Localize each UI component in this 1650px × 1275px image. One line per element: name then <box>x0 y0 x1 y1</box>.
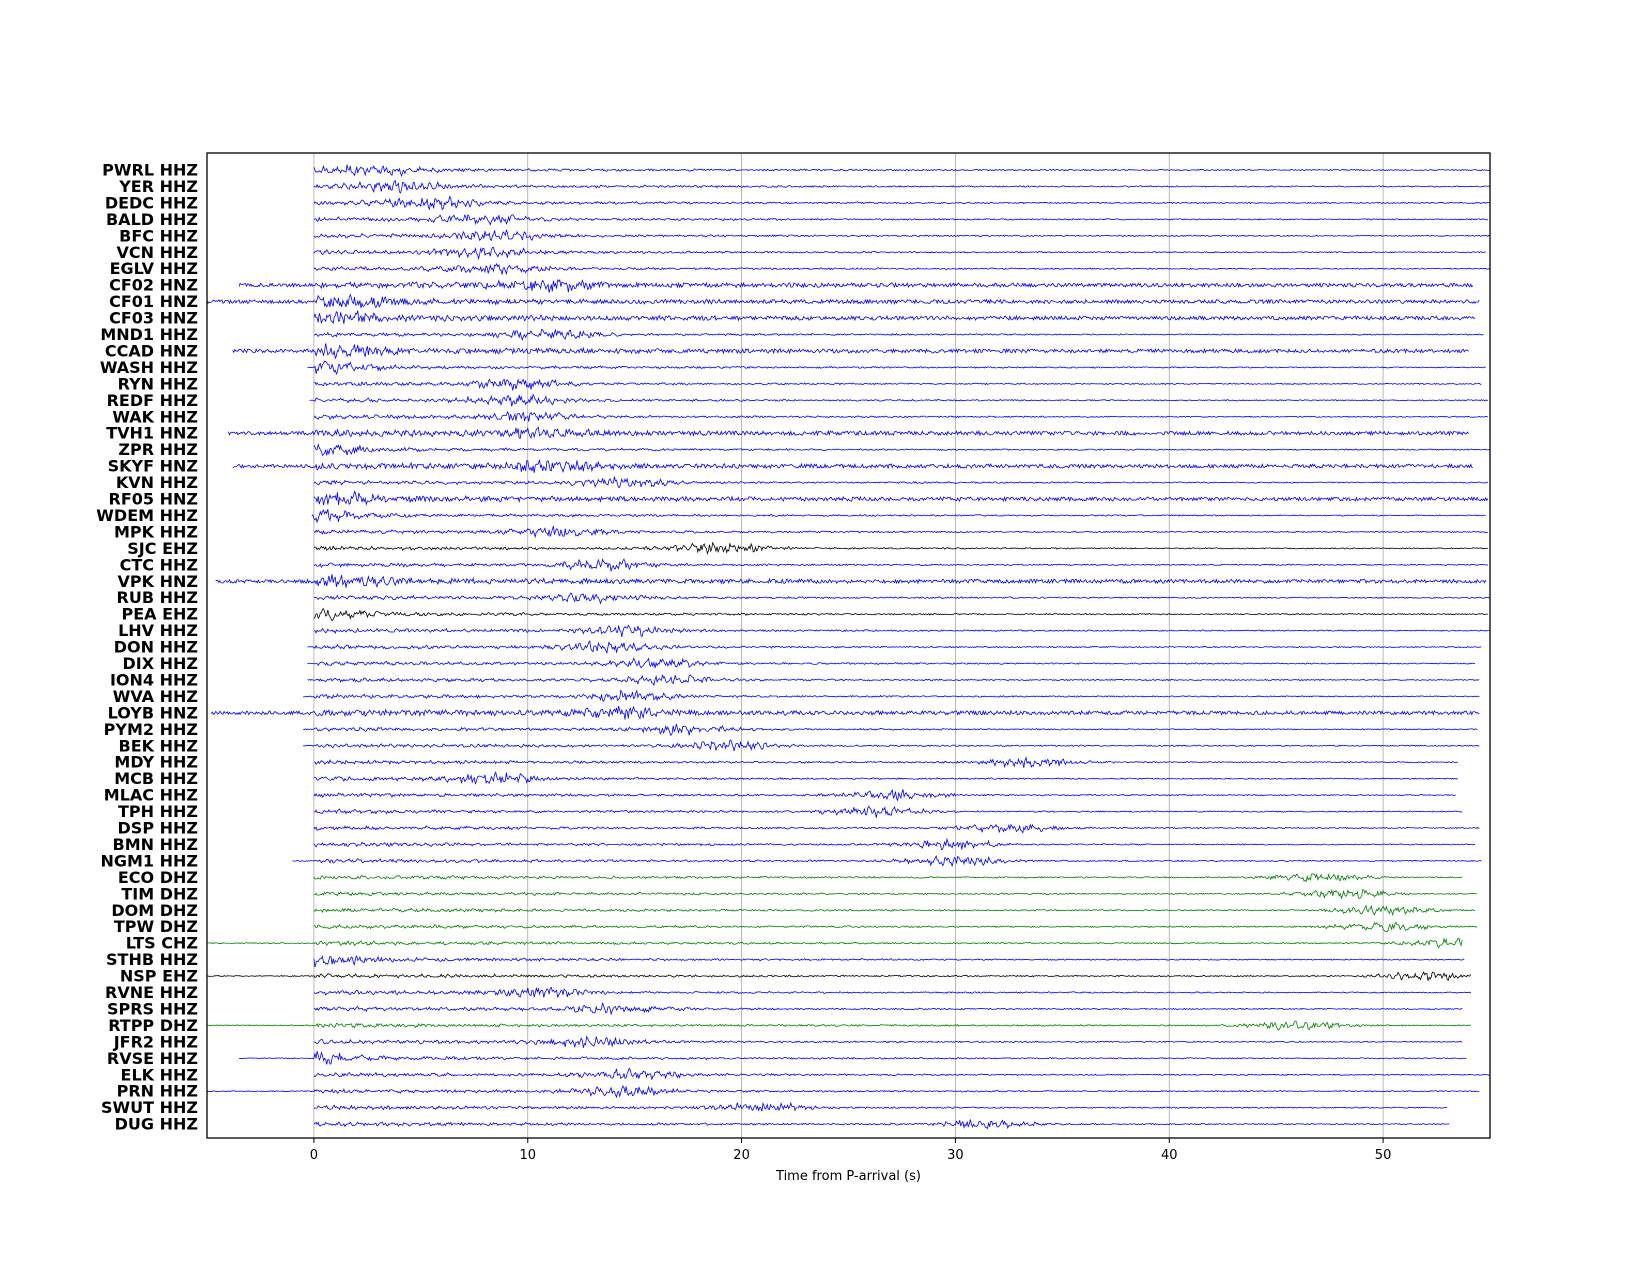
trace-line <box>215 574 1487 589</box>
x-tick-label: 40 <box>1161 1148 1178 1163</box>
trace-line <box>313 411 1489 422</box>
trace-line <box>313 558 1489 572</box>
trace-line <box>313 872 1463 883</box>
trace-line <box>313 624 1491 637</box>
x-tick-label: 20 <box>733 1148 750 1163</box>
trace-line <box>313 771 1459 785</box>
trace-line <box>313 955 1465 968</box>
trace-line <box>307 360 1486 375</box>
trace-line <box>303 689 1480 702</box>
trace-line <box>313 262 1491 276</box>
trace-line <box>206 971 1472 982</box>
x-axis-ticks: 0 10 20 30 40 50 <box>310 1138 1392 1163</box>
trace-line <box>313 756 1459 769</box>
trace-line <box>313 228 1491 242</box>
trace-line <box>313 443 1491 457</box>
trace-line <box>313 164 1491 178</box>
station-labels: PWRL HHZYER HHZDEDC HHZBALD HHZBFC HHZVC… <box>96 161 198 1134</box>
trace-line <box>303 739 1480 752</box>
trace-line <box>313 526 1488 539</box>
trace-line <box>313 592 1491 605</box>
trace-line <box>239 1051 1467 1065</box>
trace-line <box>313 921 1478 933</box>
trace-line <box>313 986 1472 998</box>
trace-line <box>309 393 1489 407</box>
seismogram-traces <box>206 164 1491 1130</box>
trace-line <box>313 179 1491 194</box>
trace-line <box>313 823 1480 834</box>
trace-line <box>210 705 1480 720</box>
trace-line <box>313 1035 1463 1049</box>
x-tick-label: 0 <box>310 1148 318 1163</box>
trace-line <box>313 541 1489 556</box>
seismogram-chart: PWRL HHZYER HHZDEDC HHZBALD HHZBFC HHZVC… <box>96 152 1491 1184</box>
trace-line <box>313 805 1463 818</box>
trace-line <box>313 904 1476 917</box>
trace-line <box>232 343 1469 360</box>
trace-line <box>238 278 1474 293</box>
trace-line <box>313 837 1476 851</box>
trace-line <box>313 328 1484 341</box>
trace-line <box>313 310 1476 325</box>
trace-line <box>232 459 1473 473</box>
x-axis-label: Time from P-arrival (s) <box>775 1169 921 1184</box>
trace-line <box>228 426 1469 440</box>
trace-line <box>313 1101 1448 1112</box>
vertical-gridlines <box>313 153 1384 1138</box>
trace-line <box>206 1020 1471 1031</box>
x-tick-label: 10 <box>519 1148 536 1163</box>
x-tick-label: 30 <box>947 1148 964 1163</box>
trace-line <box>313 195 1491 211</box>
station-label: DUG HHZ <box>115 1115 198 1134</box>
trace-line <box>311 509 1486 524</box>
trace-line <box>313 246 1486 261</box>
trace-line <box>292 855 1482 867</box>
trace-line <box>313 490 1489 506</box>
trace-line <box>313 1119 1450 1130</box>
trace-line <box>313 888 1478 900</box>
trace-line <box>206 293 1480 309</box>
trace-line <box>307 657 1476 669</box>
trace-line <box>313 608 1488 622</box>
trace-line <box>307 640 1482 655</box>
trace-line <box>313 788 1456 802</box>
trace-line <box>303 723 1478 737</box>
trace-line <box>313 214 1488 226</box>
trace-line <box>313 1067 1491 1080</box>
trace-line <box>313 476 1488 488</box>
x-tick-label: 50 <box>1375 1148 1392 1163</box>
trace-line <box>206 937 1463 949</box>
trace-line <box>313 378 1482 391</box>
trace-line <box>307 674 1480 687</box>
trace-line <box>206 1085 1480 1099</box>
trace-line <box>313 1002 1463 1016</box>
